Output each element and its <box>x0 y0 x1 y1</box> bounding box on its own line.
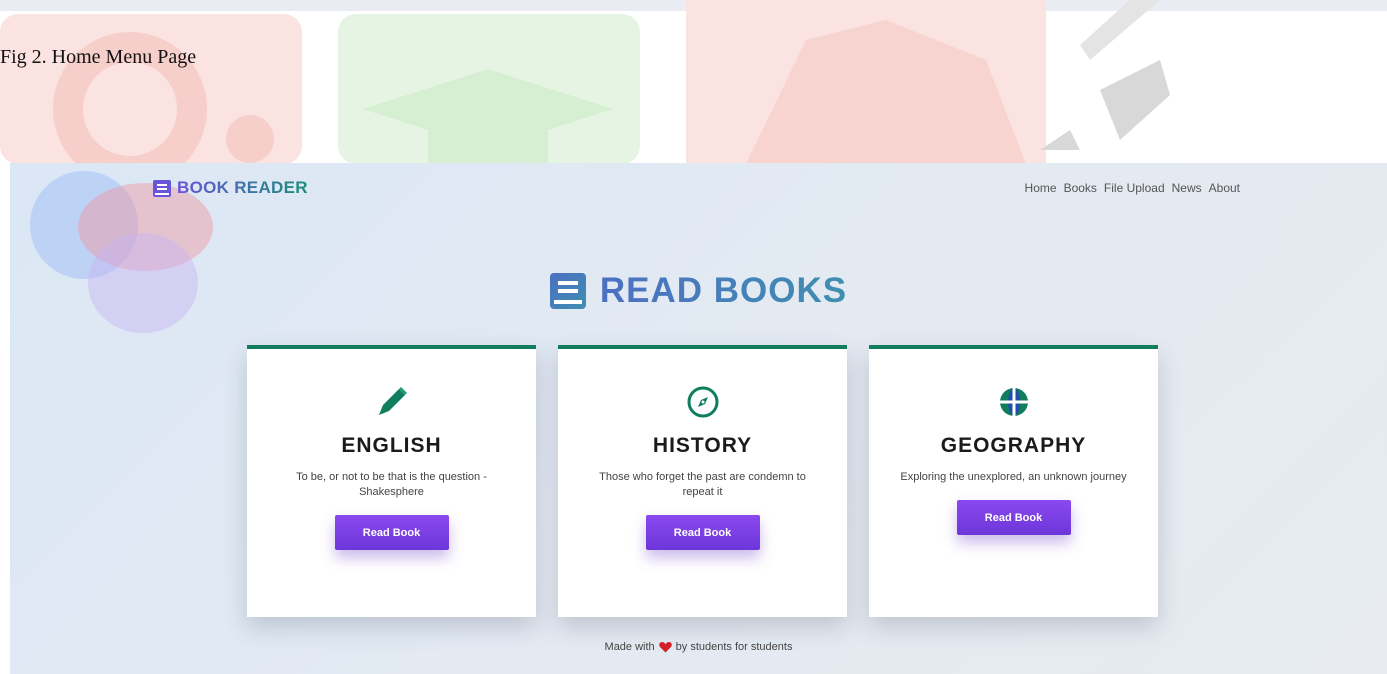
footer-text-before: Made with <box>604 641 655 653</box>
brand-label: BOOK READER <box>177 178 308 197</box>
book-icon <box>153 179 171 197</box>
read-book-button-english[interactable]: Read Book <box>334 515 449 550</box>
subject-card-english: ENGLISH To be, or not to be that is the … <box>247 345 536 617</box>
nav-item-about[interactable]: About <box>1209 181 1240 195</box>
pencil-icon <box>378 387 407 415</box>
figure-caption: Fig 2. Home Menu Page <box>0 46 197 68</box>
read-book-button-history[interactable]: Read Book <box>645 515 760 550</box>
watermark-panel-green <box>338 14 640 164</box>
nav-item-home[interactable]: Home <box>1025 181 1057 195</box>
gear-icon <box>53 32 274 186</box>
card-description: Those who forget the past are condemn to… <box>599 471 806 498</box>
read-book-button-geography[interactable]: Read Book <box>956 500 1071 535</box>
nav-item-file-upload[interactable]: File Upload <box>1104 181 1165 195</box>
watermark-panel-red <box>0 14 302 186</box>
card-title: HISTORY <box>652 434 753 457</box>
subject-card-history: HISTORY Those who forget the past are co… <box>558 345 847 617</box>
card-description: To be, or not to be that is the question… <box>296 471 487 498</box>
watermark-panel-red-right <box>686 0 1046 164</box>
card-title: ENGLISH <box>341 434 442 457</box>
main-nav: Home Books File Upload News About <box>1025 181 1240 195</box>
graduation-cap-icon <box>363 69 613 164</box>
watermark-shape <box>746 20 1026 164</box>
page-title-label: READ BOOKS <box>599 271 848 310</box>
nav-item-news[interactable]: News <box>1172 181 1202 195</box>
subject-card-geography: GEOGRAPHY Exploring the unexplored, an u… <box>869 345 1158 617</box>
app-screenshot: BOOK READER Home Books File Upload News … <box>10 163 1387 674</box>
page: Fig 2. Home Menu Page BOOK READER Home B… <box>0 0 1387 674</box>
footer: Made with by students for students <box>10 641 1387 653</box>
brand-logo[interactable]: BOOK READER <box>153 178 308 198</box>
subject-cards: ENGLISH To be, or not to be that is the … <box>247 345 1158 617</box>
watermark-letters <box>1040 0 1170 150</box>
card-title: GEOGRAPHY <box>940 434 1087 457</box>
card-description: Exploring the unexplored, an unknown jou… <box>900 471 1127 483</box>
compass-icon <box>687 386 718 418</box>
nav-item-books[interactable]: Books <box>1064 181 1097 195</box>
footer-text-after: by students for students <box>675 641 793 653</box>
book-icon <box>549 273 586 309</box>
heart-icon <box>658 642 672 653</box>
page-title: READ BOOKS <box>10 271 1387 311</box>
globe-icon <box>999 388 1028 416</box>
